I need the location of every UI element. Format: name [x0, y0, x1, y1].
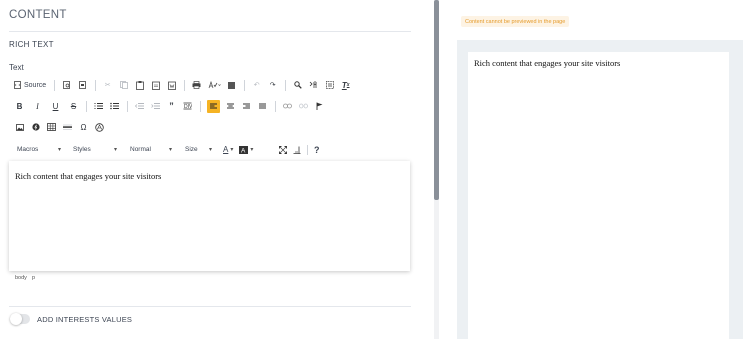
div-icon[interactable]: DIV — [182, 99, 193, 113]
styles-dropdown[interactable]: Styles ▾ — [70, 143, 120, 156]
bold-icon[interactable]: B — [14, 99, 25, 113]
flash-icon[interactable] — [30, 120, 41, 134]
cut-icon[interactable]: ✂ — [102, 78, 113, 92]
justify-icon[interactable] — [257, 99, 268, 113]
separator — [285, 79, 287, 91]
text-color-icon[interactable]: A — [223, 145, 228, 154]
chevron-down-icon: ▾ — [57, 147, 61, 153]
special-char-icon[interactable]: Ω — [78, 120, 89, 134]
anchor-icon[interactable] — [226, 78, 237, 92]
align-right-icon[interactable] — [241, 99, 252, 113]
toolbar-row-1: Source ✂ ↶ ↷ Tx — [14, 78, 356, 92]
source-button[interactable]: Source — [14, 81, 46, 89]
link-icon[interactable] — [282, 99, 293, 113]
rich-text-editor[interactable]: Rich content that engages your site visi… — [9, 161, 410, 271]
paste-text-icon[interactable] — [150, 78, 161, 92]
underline-icon[interactable]: U — [50, 99, 61, 113]
scrollbar-thumb[interactable] — [434, 0, 439, 200]
size-label: Size — [185, 146, 198, 153]
element-path: body p — [15, 275, 35, 281]
divider — [9, 31, 411, 32]
chevron-down-icon: ▾ — [230, 147, 234, 153]
chevron-down-icon: ▾ — [113, 147, 117, 153]
path-p[interactable]: p — [32, 275, 35, 281]
bullet-list-icon[interactable] — [109, 99, 120, 113]
flag-icon[interactable] — [314, 99, 325, 113]
hr-icon[interactable] — [62, 120, 73, 134]
svg-text:DIV: DIV — [184, 104, 192, 110]
align-left-icon[interactable] — [207, 99, 220, 113]
redo-icon[interactable]: ↷ — [267, 78, 278, 92]
separator — [86, 100, 87, 112]
text-field-label: Text — [9, 63, 24, 72]
source-label: Source — [24, 81, 47, 89]
strike-icon[interactable]: S — [68, 99, 79, 113]
preview-page: Rich content that engages your site visi… — [468, 52, 729, 339]
rich-text-heading: RICH TEXT — [9, 40, 54, 49]
separator — [184, 79, 186, 91]
separator — [200, 100, 201, 112]
preview-icon[interactable] — [61, 78, 72, 92]
macros-dropdown[interactable]: Macros ▾ — [14, 143, 64, 156]
remove-format-icon[interactable]: Tx — [340, 78, 351, 92]
show-blocks-icon[interactable] — [293, 146, 301, 154]
macros-label: Macros — [17, 146, 39, 153]
align-center-icon[interactable] — [225, 99, 236, 113]
indent-icon[interactable] — [150, 99, 161, 113]
separator — [54, 79, 56, 91]
iframe-icon[interactable] — [94, 120, 105, 134]
find-icon[interactable] — [292, 78, 303, 92]
italic-icon[interactable]: I — [32, 99, 43, 113]
format-dropdown[interactable]: Normal ▾ — [127, 143, 175, 156]
source-icon — [14, 81, 21, 89]
templates-icon[interactable] — [77, 78, 88, 92]
maximize-icon[interactable] — [279, 145, 287, 154]
background-color-icon[interactable]: A — [239, 145, 249, 154]
svg-text:A: A — [241, 147, 246, 154]
format-label: Normal — [130, 146, 151, 153]
unlink-icon[interactable] — [298, 99, 309, 113]
help-button[interactable]: ? — [314, 145, 320, 155]
separator — [95, 79, 97, 91]
color-buttons: A ▾ A ▾ — [223, 143, 263, 156]
editor-content[interactable]: Rich content that engages your site visi… — [15, 171, 161, 181]
chevron-down-icon: ▾ — [208, 147, 212, 153]
size-dropdown[interactable]: Size ▾ — [182, 143, 215, 156]
preview-content: Rich content that engages your site visi… — [474, 58, 621, 68]
toolbar-row-3: Ω — [14, 120, 110, 134]
preview-notice-badge: Content cannot be previewed in the page — [461, 16, 570, 27]
numbered-list-icon[interactable] — [93, 99, 104, 113]
separator — [127, 100, 128, 112]
divider — [9, 306, 411, 307]
chevron-down-icon: ▾ — [250, 147, 254, 153]
select-all-icon[interactable] — [324, 78, 335, 92]
section-title: CONTENT — [9, 9, 67, 21]
misc-buttons: ? — [279, 143, 324, 156]
paste-word-icon[interactable] — [166, 78, 177, 92]
blockquote-icon[interactable]: ” — [166, 99, 177, 113]
spellcheck-icon[interactable] — [207, 78, 221, 92]
table-icon[interactable] — [46, 120, 57, 134]
styles-label: Styles — [73, 146, 91, 153]
toolbar-row-2: B I U S ” DIV — [14, 99, 330, 113]
path-body[interactable]: body — [15, 275, 27, 281]
toggle-knob[interactable] — [10, 313, 22, 325]
undo-icon[interactable]: ↶ — [251, 78, 262, 92]
interests-toggle-label: ADD INTERESTS VALUES — [37, 315, 133, 324]
separator — [275, 100, 276, 112]
print-icon[interactable] — [191, 78, 202, 92]
image-icon[interactable] — [14, 120, 25, 134]
paste-icon[interactable] — [134, 78, 145, 92]
outdent-icon[interactable] — [134, 99, 145, 113]
content-panel: CONTENT RICH TEXT Text Source ✂ ↶ ↷ Tx B… — [0, 0, 434, 339]
separator — [244, 79, 246, 91]
chevron-down-icon: ▾ — [168, 147, 172, 153]
replace-icon[interactable] — [308, 78, 319, 92]
separator — [307, 144, 308, 155]
copy-icon[interactable] — [118, 78, 129, 92]
